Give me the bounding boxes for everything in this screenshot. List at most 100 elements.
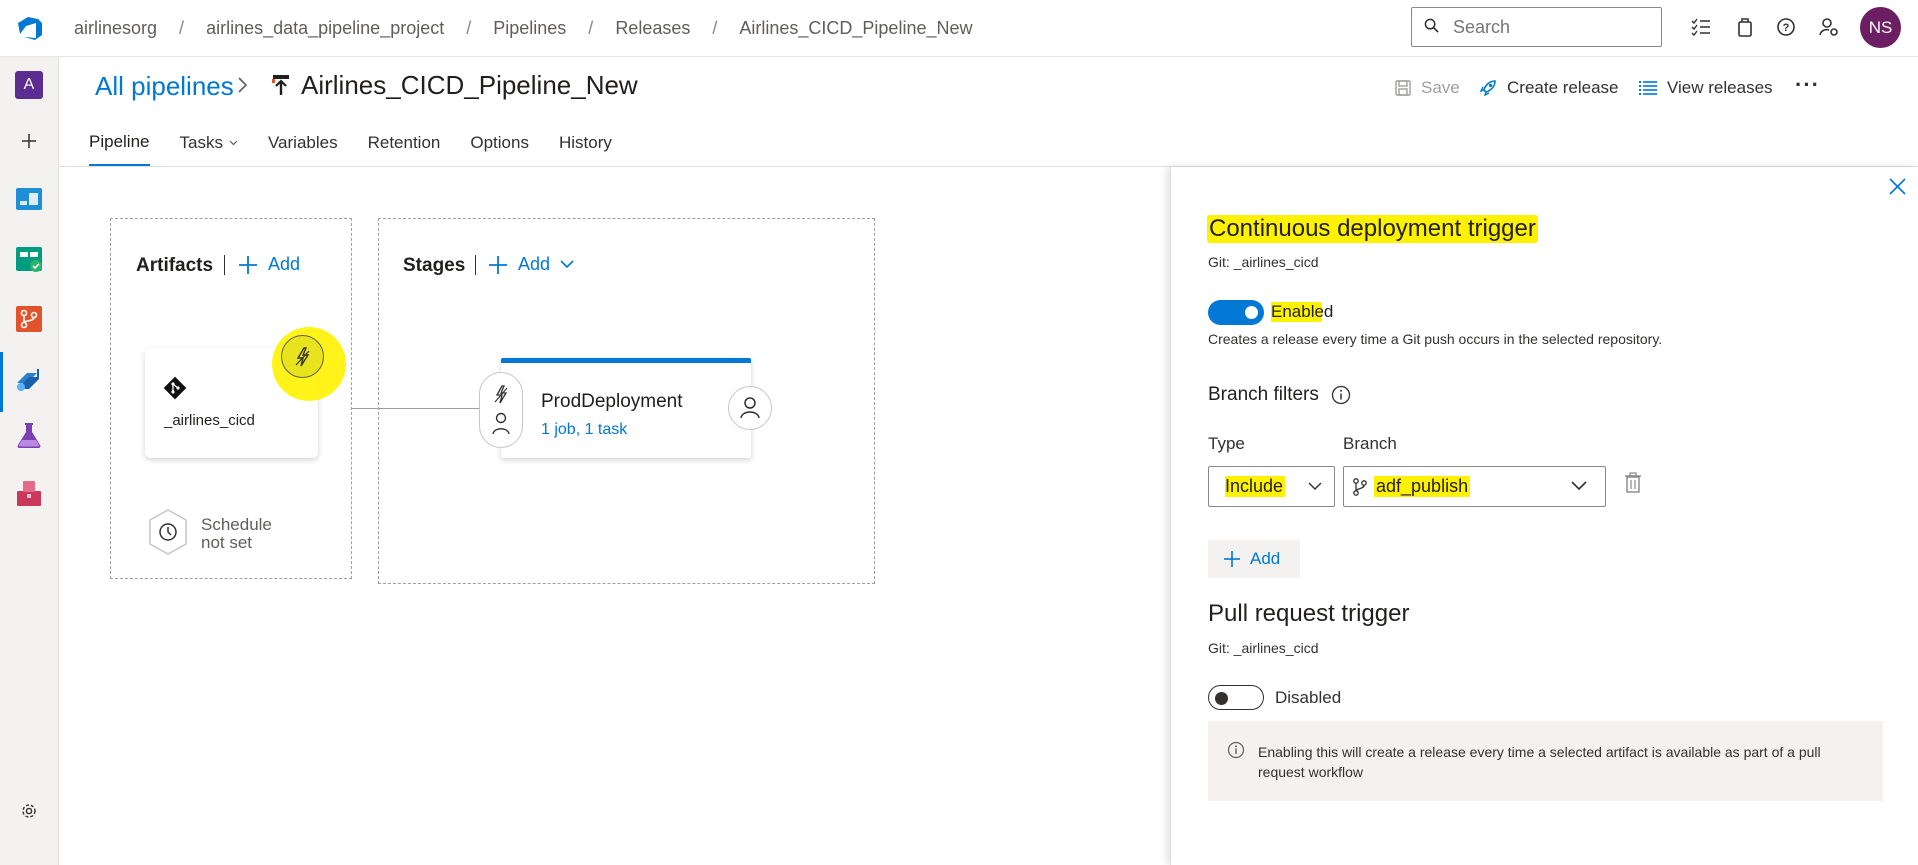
branch-dropdown[interactable]: adf_publish xyxy=(1343,466,1606,507)
save-label: Save xyxy=(1421,78,1460,97)
breadcrumb-project[interactable]: airlines_data_pipeline_project xyxy=(206,18,444,39)
plus-icon xyxy=(1224,551,1240,567)
git-branch-icon xyxy=(1353,477,1367,496)
more-actions-button[interactable]: ··· xyxy=(1795,72,1820,98)
post-deployment-conditions-button[interactable] xyxy=(728,386,772,430)
view-releases-button[interactable]: View releases xyxy=(1638,78,1773,98)
pipeline-title: Airlines_CICD_Pipeline_New xyxy=(301,70,638,100)
pr-trigger-toggle[interactable] xyxy=(1208,685,1264,710)
add-artifact-label: Add xyxy=(268,254,301,274)
plus-icon xyxy=(239,255,257,274)
type-column-label: Type xyxy=(1208,434,1245,453)
lightning-person-icon xyxy=(492,385,510,435)
breadcrumb-pipeline[interactable]: Airlines_CICD_Pipeline_New xyxy=(739,18,972,39)
tab-history[interactable]: History xyxy=(559,132,612,166)
breadcrumb-releases[interactable]: Releases xyxy=(615,18,690,39)
all-pipelines-link[interactable]: All pipelines xyxy=(95,71,234,102)
release-pipeline-icon xyxy=(270,73,292,100)
breadcrumb-separator: / xyxy=(712,18,718,38)
add-stage-label: Add xyxy=(518,254,551,274)
save-button[interactable]: Save xyxy=(1394,78,1460,98)
add-artifact-button[interactable]: Add xyxy=(238,254,300,275)
user-avatar[interactable]: NS xyxy=(1860,7,1901,48)
marketplace-bag-icon[interactable] xyxy=(1733,15,1757,39)
git-icon xyxy=(162,375,188,404)
tab-retention[interactable]: Retention xyxy=(368,132,441,166)
add-branch-filter-button[interactable]: Add xyxy=(1208,540,1300,578)
pr-trigger-title: Pull request trigger xyxy=(1208,600,1410,627)
breadcrumb-separator: / xyxy=(588,18,594,38)
pre-deployment-conditions-button[interactable] xyxy=(479,372,523,448)
stage-name: ProdDeployment xyxy=(541,391,683,412)
tab-options[interactable]: Options xyxy=(470,132,529,166)
cd-trigger-toggle[interactable] xyxy=(1208,300,1264,325)
create-release-label: Create release xyxy=(1507,78,1619,97)
delete-filter-trash-icon[interactable] xyxy=(1624,472,1642,497)
stage-card[interactable]: ProdDeployment 1 job, 1 task xyxy=(501,358,751,458)
search-input[interactable] xyxy=(1453,16,1643,38)
top-bar: airlinesorg / airlines_data_pipeline_pro… xyxy=(0,0,1918,57)
work-items-list-icon[interactable] xyxy=(1689,15,1713,39)
org-avatar[interactable]: A xyxy=(15,71,43,99)
overview-icon[interactable] xyxy=(13,183,45,215)
user-settings-icon[interactable] xyxy=(1817,15,1841,39)
tab-variables[interactable]: Variables xyxy=(268,132,338,166)
pr-trigger-toggle-label: Disabled xyxy=(1275,688,1342,707)
artifacts-title: Artifacts xyxy=(136,255,214,276)
chevron-down-icon xyxy=(1571,481,1587,491)
cd-trigger-source: Git: _airlines_cicd xyxy=(1208,254,1319,270)
add-stage-button[interactable]: Add xyxy=(488,254,574,275)
cd-trigger-description: Creates a release every time a Git push … xyxy=(1208,331,1663,347)
search-box[interactable] xyxy=(1411,7,1662,47)
search-icon xyxy=(1424,17,1439,38)
close-icon[interactable] xyxy=(1889,178,1906,198)
breadcrumb-separator: / xyxy=(466,18,472,38)
schedule-clock-icon[interactable] xyxy=(146,508,190,559)
schedule-line-1[interactable]: Schedule xyxy=(201,515,272,535)
tab-tasks[interactable]: Tasks xyxy=(180,132,238,166)
pr-trigger-source: Git: _airlines_cicd xyxy=(1208,640,1319,656)
divider xyxy=(475,255,476,275)
breadcrumb-org[interactable]: airlinesorg xyxy=(74,18,157,39)
pr-info-message: Enabling this will create a release ever… xyxy=(1208,721,1883,801)
stage-summary-link[interactable]: 1 job, 1 task xyxy=(541,421,627,439)
chevron-down-icon xyxy=(1308,482,1322,490)
branch-column-label: Branch xyxy=(1343,434,1397,453)
save-icon xyxy=(1395,80,1411,96)
boards-icon[interactable] xyxy=(13,243,45,275)
info-icon[interactable] xyxy=(1331,385,1351,408)
test-plans-icon[interactable] xyxy=(13,419,45,451)
branch-filters-label: Branch filters xyxy=(1208,384,1319,405)
pipelines-icon[interactable] xyxy=(13,363,45,395)
cd-trigger-title: Continuous deployment trigger xyxy=(1207,215,1538,243)
help-icon[interactable]: ? xyxy=(1774,15,1798,39)
chevron-down-icon xyxy=(560,260,574,269)
pipeline-tabs: Pipeline Tasks Variables Retention Optio… xyxy=(89,132,642,166)
new-item-icon[interactable] xyxy=(13,125,45,157)
schedule-line-2[interactable]: not set xyxy=(201,533,252,553)
breadcrumb-separator: / xyxy=(179,18,185,38)
cd-trigger-toggle-label: Enabled xyxy=(1271,302,1334,322)
plus-icon xyxy=(489,255,507,274)
azure-devops-logo-icon[interactable] xyxy=(16,14,44,42)
repos-icon[interactable] xyxy=(13,303,45,335)
person-icon xyxy=(740,397,760,419)
left-nav-rail: A xyxy=(0,57,59,865)
tab-tasks-label: Tasks xyxy=(179,133,223,152)
divider xyxy=(224,255,225,275)
breadcrumb: airlinesorg / airlines_data_pipeline_pro… xyxy=(74,18,972,39)
pr-info-text: Enabling this will create a release ever… xyxy=(1258,744,1821,780)
chevron-down-icon xyxy=(229,140,238,146)
type-dropdown-value: Include xyxy=(1225,476,1286,497)
list-icon xyxy=(1639,81,1657,95)
tab-pipeline[interactable]: Pipeline xyxy=(89,132,150,166)
stages-title: Stages xyxy=(403,255,466,276)
svg-text:?: ? xyxy=(1783,22,1790,34)
project-settings-gear-icon[interactable] xyxy=(13,795,45,827)
continuous-deployment-trigger-button[interactable] xyxy=(281,335,324,378)
artifacts-icon[interactable] xyxy=(13,477,45,509)
create-release-button[interactable]: Create release xyxy=(1478,78,1619,98)
info-icon xyxy=(1227,741,1245,762)
type-dropdown[interactable]: Include xyxy=(1208,466,1335,507)
breadcrumb-pipelines[interactable]: Pipelines xyxy=(493,18,566,39)
